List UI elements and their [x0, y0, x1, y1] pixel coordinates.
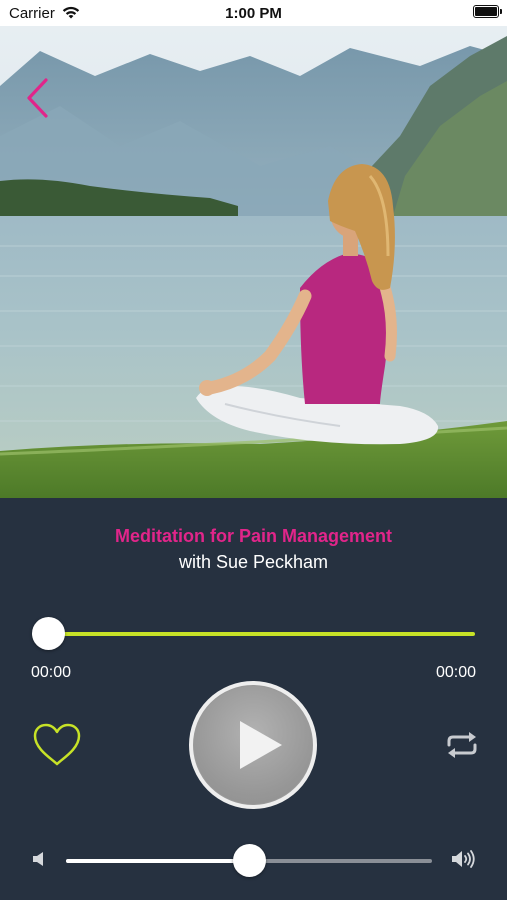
hero-image: [0, 26, 507, 498]
status-bar: Carrier 1:00 PM: [0, 0, 507, 26]
volume-knob[interactable]: [233, 844, 266, 877]
speaker-low-icon: [32, 851, 48, 867]
play-button[interactable]: [189, 681, 317, 809]
meditation-photo: [0, 26, 507, 498]
total-time: 00:00: [435, 664, 476, 681]
speaker-high-icon: [451, 850, 477, 868]
volume-fill: [66, 859, 249, 863]
back-button[interactable]: [24, 76, 54, 120]
elapsed-time: 00:00: [31, 664, 72, 681]
heart-icon: [33, 723, 81, 766]
favorite-button[interactable]: [32, 722, 82, 768]
battery-icon: [473, 5, 502, 18]
track-artist: with Sue Peckham: [178, 552, 329, 572]
progress-scrubber[interactable]: [32, 617, 65, 650]
play-icon: [240, 721, 282, 769]
player-panel: Meditation for Pain Management with Sue …: [0, 498, 507, 900]
status-time: 1:00 PM: [225, 5, 282, 22]
chevron-left-icon: [27, 78, 48, 118]
track-title: Meditation for Pain Management: [114, 526, 393, 546]
progress-bar[interactable]: [46, 632, 475, 636]
repeat-icon: [447, 732, 477, 758]
repeat-button[interactable]: [445, 731, 479, 759]
